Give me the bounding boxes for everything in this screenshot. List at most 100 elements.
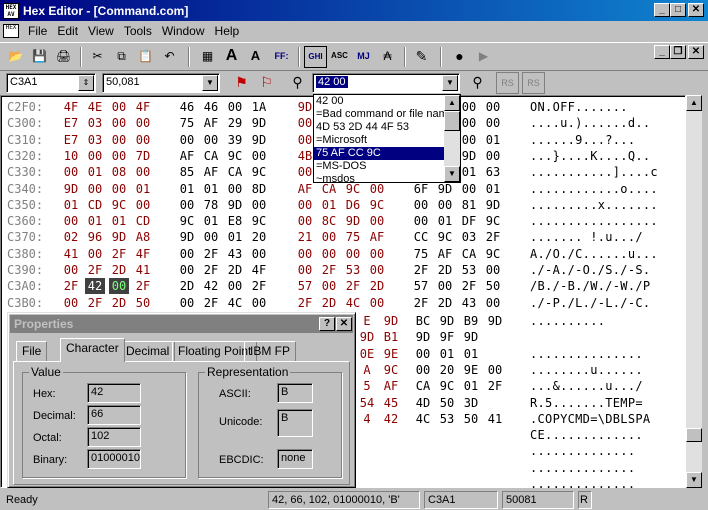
play-icon[interactable]: ▶ [472,46,495,68]
search-combo[interactable]: 42 00 ▼ [312,73,460,93]
hex-byte[interactable]: 7D [133,148,153,164]
hex-byte[interactable]: 41 [61,246,81,262]
hex-byte[interactable]: 01 [461,346,481,362]
hex-byte[interactable]: 9C [249,164,269,180]
hex-byte[interactable]: 00 [61,295,81,311]
hex-byte[interactable]: 21 [295,229,315,245]
hex-byte[interactable]: 9D [249,132,269,148]
address-spin-icon[interactable]: ⇕ [78,75,94,91]
hex-byte[interactable]: 9E [381,346,401,362]
hex-byte[interactable]: 00 [249,148,269,164]
hex-byte[interactable]: D6 [343,197,363,213]
scroll-down-icon[interactable]: ▼ [444,166,460,182]
hex-byte[interactable]: 9C [225,148,245,164]
hex-byte[interactable]: 00 [483,115,503,131]
hex-byte[interactable]: AF [201,164,221,180]
menu-tools[interactable]: Tools [119,24,157,38]
hex-byte[interactable]: 02 [61,229,81,245]
hex-byte[interactable]: 2F [459,278,479,294]
ascii-column[interactable]: ....... !.u.../ [530,229,643,245]
hex-byte[interactable]: 00 [61,262,81,278]
menu-file[interactable]: File [23,24,52,38]
close-button[interactable]: ✕ [688,3,704,17]
hex-byte[interactable]: 00 [177,197,197,213]
hex-byte[interactable]: 00 [319,278,339,294]
hex-byte[interactable]: 9C [367,197,387,213]
ascii-column[interactable]: CE............. [530,427,643,443]
hex-byte[interactable]: 2D [367,278,387,294]
hex-byte[interactable]: CD [133,213,153,229]
hex-byte[interactable]: 2F [319,262,339,278]
hex-byte[interactable]: 50 [133,295,153,311]
hex-row[interactable]: .............. [357,443,685,459]
hex-byte[interactable]: 9C [381,362,401,378]
paste-icon[interactable]: 📋 [134,46,157,68]
hex-byte[interactable]: 20 [249,229,269,245]
hex-byte[interactable]: 9D [459,148,479,164]
hex-byte[interactable]: 78 [201,197,221,213]
hex-byte[interactable]: 63 [483,164,503,180]
tab-file[interactable]: File [16,341,48,361]
ascii-column[interactable]: ...&......u.../ [530,378,643,394]
hex-byte[interactable]: 46 [177,99,197,115]
print-icon[interactable]: 🖨 [52,46,75,68]
hex-byte[interactable]: 2F [411,262,431,278]
dropdown-option[interactable]: ~msdos [314,173,445,186]
ascii-column[interactable]: ./-P./L./-L./-C. [530,295,650,311]
hex-byte[interactable]: 08 [109,164,129,180]
hex-byte[interactable]: CD [85,197,105,213]
hex-row[interactable]: .............. [357,460,685,476]
dropdown-option[interactable]: =Microsoft [314,134,445,147]
hex-byte[interactable]: 2D [177,278,197,294]
hex-byte[interactable]: 00 [295,197,315,213]
bookmark-flag-icon[interactable]: ⚑ [230,72,253,94]
scroll-down-icon[interactable]: ▼ [686,472,702,488]
ascii-column[interactable]: A./O./C......u... [530,246,658,262]
hex-byte[interactable]: 01 [177,181,197,197]
hex-byte[interactable]: 00 [435,278,455,294]
hex-byte[interactable]: 57 [295,278,315,294]
hex-byte[interactable]: 9D [381,313,401,329]
hex-byte[interactable]: 00 [413,362,433,378]
hex-byte[interactable]: 50 [483,278,503,294]
hex-byte[interactable]: 00 [85,148,105,164]
ascii-column[interactable]: .COPYCMD=\DBLSPA [530,411,650,427]
hex-byte[interactable]: 0E [357,346,377,362]
hex-byte[interactable]: AF [295,181,315,197]
hex-byte[interactable]: 9D [249,115,269,131]
hex-byte[interactable]: 00 [411,197,431,213]
hex-byte[interactable]: 10 [61,148,81,164]
dropdown-option[interactable]: 42 00 [314,95,445,108]
hex-byte[interactable]: 00 [411,213,431,229]
hex-byte[interactable]: 2F [201,262,221,278]
tab-decimal[interactable]: Decimal [120,341,176,361]
hex-row[interactable]: C370: 02 96 9D A8 9D 00 01 20 21 00 75 AF CC 9C 03 2F...… [1,229,685,245]
scroll-up-icon[interactable]: ▲ [686,95,702,111]
hex-byte[interactable]: 9D [225,197,245,213]
hex-byte[interactable]: 01 [201,181,221,197]
mj-button[interactable]: MJ [352,46,375,68]
hex-byte[interactable]: 00 [459,115,479,131]
replace-all-icon[interactable]: RS [522,72,545,94]
hex-byte[interactable]: 9C [483,213,503,229]
hex-byte[interactable]: 9C [249,213,269,229]
hex-byte[interactable]: 00 [319,229,339,245]
hex-byte[interactable]: CA [413,378,433,394]
hex-byte[interactable]: 00 [85,181,105,197]
hex-byte[interactable]: 9D [485,313,505,329]
hex-byte[interactable]: 03 [85,132,105,148]
font-smaller-button[interactable]: A [244,46,267,68]
hex-byte[interactable]: 01 [319,197,339,213]
hex-row[interactable]: CE............. [357,427,685,443]
hex-byte[interactable]: 2F [485,378,505,394]
hex-byte[interactable]: 00 [109,278,129,295]
hex-byte[interactable]: 75 [411,246,431,262]
hex-byte[interactable]: 00 [177,295,197,311]
hex-byte[interactable]: CA [459,246,479,262]
hex-byte[interactable]: 96 [85,229,105,245]
hex-byte[interactable]: 41 [133,262,153,278]
hex-byte[interactable]: 00 [109,115,129,131]
hex-byte[interactable]: 00 [295,115,315,131]
hex-row[interactable]: C350: 01 CD 9C 00 00 78 9D 00 00 01 D6 9C 00 00 81 9D...… [1,197,685,213]
hex-byte[interactable]: 00 [177,246,197,262]
